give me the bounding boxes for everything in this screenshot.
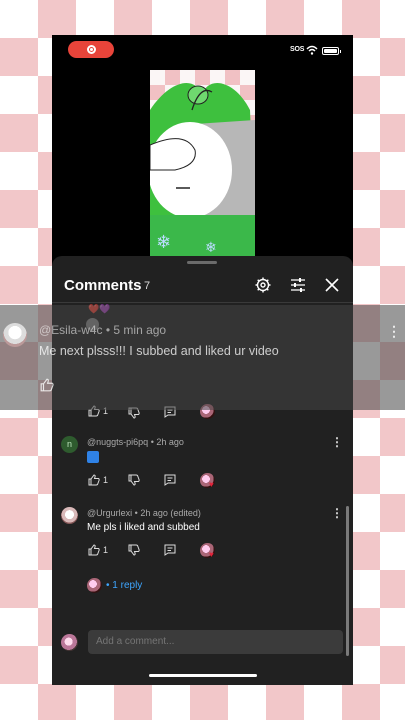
status-bar: SOS: [52, 35, 353, 67]
reply-icon[interactable]: [164, 474, 176, 486]
comment-text: Me pls i liked and subbed: [87, 522, 200, 533]
svg-text:❄: ❄: [205, 240, 217, 256]
reply-avatar: [87, 578, 102, 593]
overlay-comment-author: @Esila-w4c • 5 min ago: [39, 323, 167, 337]
screen-record-indicator[interactable]: [68, 41, 114, 58]
thumbs-up-icon: [88, 474, 100, 486]
comments-title: Comments: [64, 277, 142, 294]
add-comment-input[interactable]: [88, 630, 343, 654]
like-count: 1: [103, 545, 109, 555]
comment-author[interactable]: @Urgurlexi • 2h ago (edited): [87, 508, 201, 518]
video-player[interactable]: ❄ ❄: [150, 70, 255, 260]
like-count: 1: [103, 475, 109, 485]
comment-composer: [52, 624, 353, 685]
heart-icon: ♥: [209, 480, 214, 489]
thumbs-down-icon[interactable]: [128, 544, 140, 556]
home-indicator[interactable]: [149, 674, 257, 677]
heart-icon: ♥: [209, 550, 214, 559]
thumbs-down-icon[interactable]: [128, 474, 140, 486]
reply-count-link[interactable]: • 1 reply: [106, 580, 142, 591]
avatar[interactable]: n: [61, 436, 78, 453]
more-options-icon[interactable]: ⋮: [387, 324, 401, 338]
drag-handle[interactable]: [187, 261, 217, 264]
record-icon: [86, 45, 96, 54]
battery-icon: [322, 47, 341, 55]
comments-count: 7: [144, 280, 151, 292]
video-thumbnail-drawing: ❄ ❄: [150, 83, 255, 260]
comment-notification-overlay[interactable]: @Esila-w4c • 5 min ago ⋮ Me next plsss!!…: [0, 305, 405, 410]
wifi-icon: [306, 45, 318, 55]
more-options-icon[interactable]: ⋮: [331, 436, 343, 448]
avatar: [61, 634, 78, 651]
avatar[interactable]: [61, 507, 78, 524]
comment-author[interactable]: @nuggts-pi6pq • 2h ago: [87, 437, 184, 447]
reply-icon[interactable]: [164, 544, 176, 556]
thumbs-up-icon: [88, 544, 100, 556]
overlay-comment-text: Me next plsss!!! I subbed and liked ur v…: [39, 344, 279, 358]
comment-text: 🟦: [87, 451, 99, 463]
thumbs-up-icon[interactable]: [40, 378, 54, 392]
svg-text:❄: ❄: [156, 232, 171, 253]
avatar: [3, 323, 27, 347]
close-icon[interactable]: [323, 276, 341, 294]
like-button[interactable]: 1: [88, 543, 108, 557]
sos-label: SOS: [290, 46, 305, 53]
more-options-icon[interactable]: ⋮: [331, 507, 343, 519]
like-button[interactable]: 1: [88, 473, 108, 487]
settings-icon[interactable]: [254, 276, 272, 294]
filter-icon[interactable]: [289, 276, 307, 294]
header-divider: [52, 302, 353, 303]
